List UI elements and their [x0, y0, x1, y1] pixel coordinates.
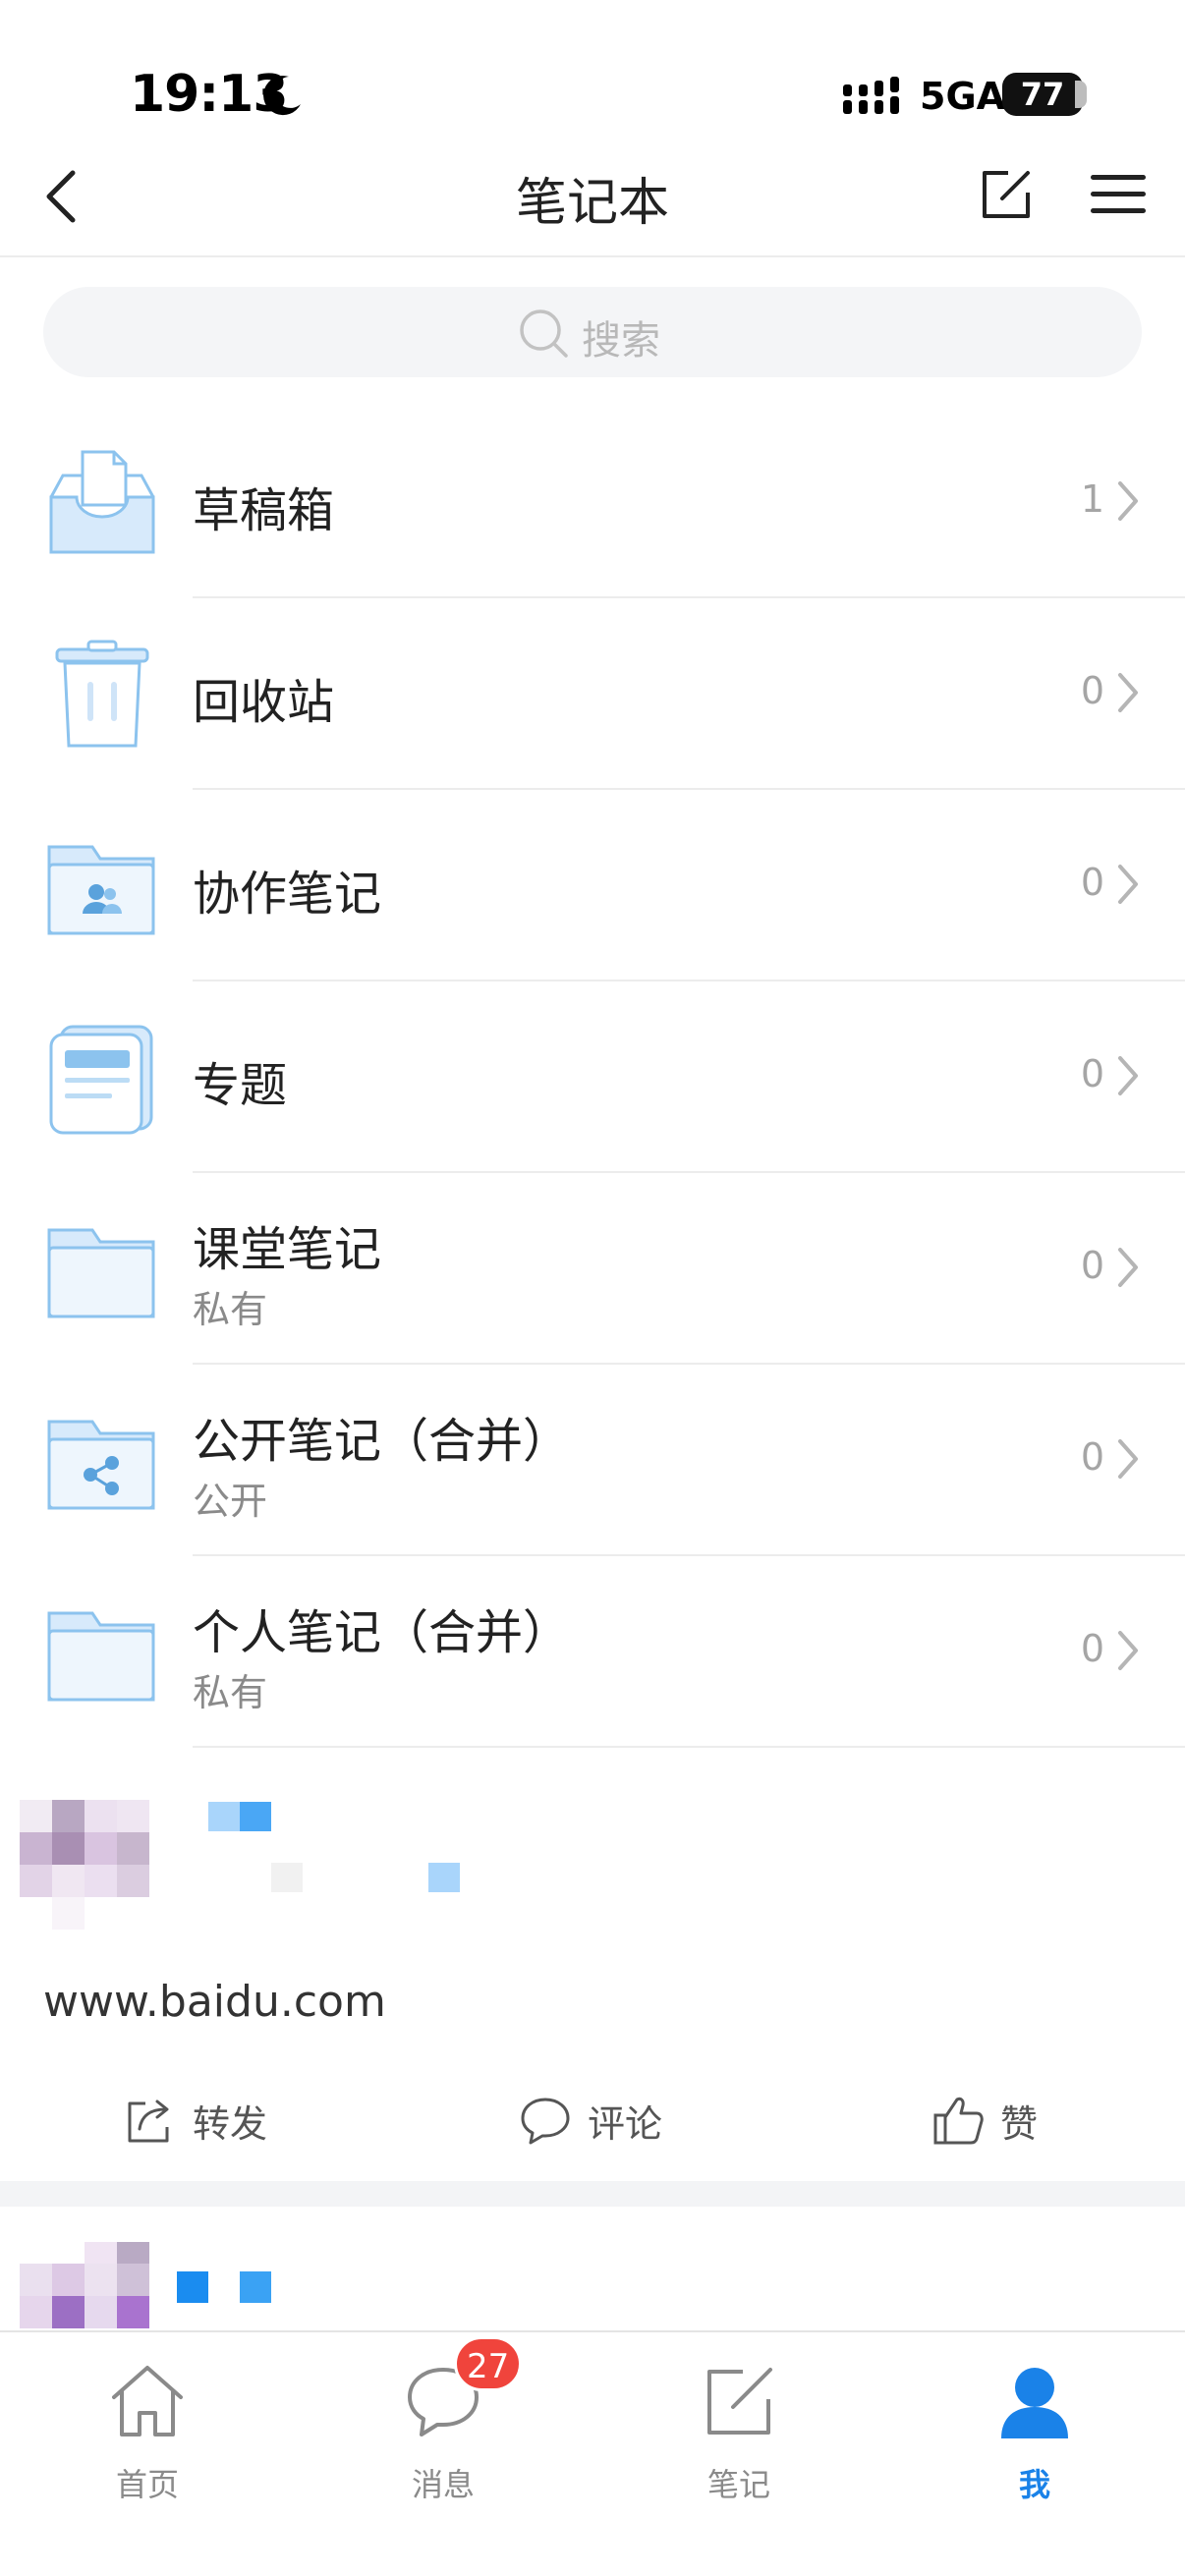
trash-bin-icon: [55, 640, 149, 748]
notebook-title: 回收站: [193, 675, 335, 730]
note-edit-icon: [707, 2368, 772, 2435]
notebook-title: 个人笔记（合并）: [193, 1605, 571, 1660]
search-input[interactable]: 搜索: [43, 287, 1142, 377]
inbox-tray-icon: [49, 450, 155, 554]
post-actions: 转发 评论 赞: [0, 2073, 1185, 2167]
tab-label: 首页: [115, 2466, 179, 2503]
post-link[interactable]: www.baidu.com: [43, 1977, 386, 2027]
chevron-right-icon: [1118, 1248, 1138, 1287]
notebook-count: 0: [1080, 1627, 1104, 1670]
notebook-row-collab[interactable]: 协作笔记 0: [0, 790, 1185, 981]
forward-button[interactable]: 转发: [124, 2073, 267, 2167]
notebook-title: 草稿箱: [193, 483, 335, 538]
section-separator: [0, 2181, 1185, 2207]
search-icon: [520, 309, 568, 358]
like-label: 赞: [1000, 2101, 1039, 2146]
tab-label: 消息: [411, 2466, 475, 2503]
pixelated-avatar[interactable]: [20, 1800, 149, 1930]
message-count-badge: 27: [454, 2336, 523, 2391]
chevron-right-icon: [1118, 673, 1138, 712]
notebook-count: 1: [1080, 477, 1104, 521]
menu-icon[interactable]: [1091, 171, 1146, 218]
notebook-count: 0: [1080, 1244, 1104, 1287]
pixelated-avatar[interactable]: [20, 2242, 149, 2330]
thumbs-up-icon: [933, 2097, 984, 2145]
notebook-row-class[interactable]: 课堂笔记 私有 0: [0, 1173, 1185, 1365]
chevron-right-icon: [1118, 865, 1138, 904]
tab-notes[interactable]: 笔记: [641, 2352, 837, 2509]
chevron-right-icon: [1118, 481, 1138, 521]
notebook-row-drafts[interactable]: 草稿箱 1: [0, 407, 1185, 598]
tab-me[interactable]: 我: [936, 2352, 1133, 2509]
bottom-tab-bar: 首页 消息 笔记 我: [0, 2330, 1185, 2576]
like-button[interactable]: 赞: [931, 2073, 1038, 2167]
notebook-count: 0: [1080, 669, 1104, 712]
topic-stack-icon: [49, 1025, 153, 1135]
signal-icon: [843, 77, 899, 114]
search-placeholder: 搜索: [582, 318, 660, 364]
feed-post-partial: [0, 2207, 1185, 2330]
notebook-title: 公开笔记（合并）: [193, 1414, 571, 1469]
notebook-row-trash[interactable]: 回收站 0: [0, 598, 1185, 790]
nav-bar: 笔记本: [0, 147, 1185, 257]
comment-bubble-icon: [521, 2098, 570, 2145]
notebook-count: 0: [1080, 1435, 1104, 1479]
battery-level: 77: [1020, 76, 1065, 113]
notebook-visibility: 私有: [193, 1288, 268, 1331]
chevron-right-icon: [1118, 1056, 1138, 1095]
notebook-row-public[interactable]: 公开笔记（合并） 公开 0: [0, 1365, 1185, 1556]
notebook-count: 0: [1080, 1052, 1104, 1095]
comment-label: 评论: [588, 2101, 663, 2146]
forward-label: 转发: [193, 2101, 268, 2146]
notebook-title: 专题: [193, 1058, 288, 1113]
tab-label: 笔记: [706, 2466, 770, 2503]
shared-folder-icon: [47, 845, 155, 935]
notebook-count: 0: [1080, 861, 1104, 904]
person-icon: [1001, 2368, 1068, 2438]
notebook-title: 协作笔记: [193, 867, 382, 922]
notebook-visibility: 公开: [193, 1480, 268, 1523]
pixelated-username: [208, 1802, 460, 1892]
share-arrow-icon: [128, 2100, 169, 2143]
notebook-row-personal[interactable]: 个人笔记（合并） 私有 0: [0, 1556, 1185, 1748]
folder-icon: [47, 1611, 155, 1702]
folder-icon: [47, 1228, 155, 1318]
row-divider: [193, 1746, 1185, 1748]
notebook-row-topic[interactable]: 专题 0: [0, 981, 1185, 1173]
chevron-right-icon: [1118, 1439, 1138, 1479]
notebook-visibility: 私有: [193, 1671, 268, 1714]
tab-label: 我: [1018, 2466, 1050, 2503]
comment-button[interactable]: 评论: [519, 2073, 662, 2167]
compose-icon[interactable]: [979, 167, 1034, 222]
network-label: 5GA: [920, 75, 1006, 118]
notebook-title: 课堂笔记: [193, 1222, 382, 1277]
status-bar: 19:13 5GA 77: [0, 0, 1185, 147]
moon-icon: [263, 76, 301, 116]
chevron-right-icon: [1118, 1631, 1138, 1670]
home-icon: [112, 2366, 183, 2436]
tab-home[interactable]: 首页: [49, 2352, 246, 2509]
pixelated-username: [177, 2271, 271, 2303]
share-folder-icon: [47, 1420, 155, 1510]
